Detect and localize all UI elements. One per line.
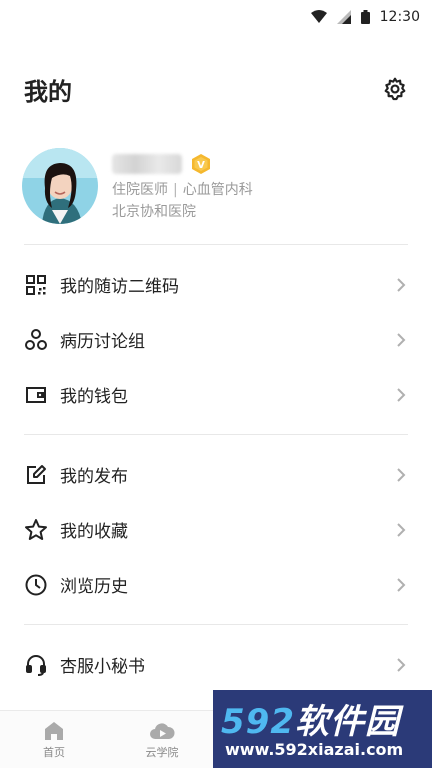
profile-department: 心血管内科 bbox=[182, 182, 253, 198]
tab-label: 首页 bbox=[43, 745, 65, 759]
blurred-name bbox=[112, 154, 182, 174]
status-time: 12:30 bbox=[379, 9, 420, 25]
tab-label: 云学院 bbox=[145, 745, 179, 759]
group-nodes-icon bbox=[24, 328, 48, 352]
status-bar: 12:30 bbox=[0, 0, 432, 34]
divider bbox=[24, 434, 408, 435]
edit-icon bbox=[24, 463, 48, 487]
chevron-right-icon bbox=[397, 657, 406, 672]
menu-item-my-posts[interactable]: 我的发布 bbox=[0, 447, 432, 502]
header: 我的 bbox=[24, 64, 408, 114]
separator: | bbox=[173, 182, 178, 198]
wifi-icon bbox=[310, 10, 327, 23]
headset-icon bbox=[24, 653, 48, 677]
clock-icon bbox=[24, 573, 48, 597]
divider bbox=[24, 624, 408, 625]
menu-item-wallet[interactable]: 我的钱包 bbox=[0, 367, 432, 422]
chevron-right-icon bbox=[397, 467, 406, 482]
page-title: 我的 bbox=[24, 77, 72, 106]
avatar[interactable] bbox=[22, 148, 98, 224]
home-icon bbox=[45, 721, 63, 740]
watermark-brand: 592软件园 bbox=[221, 702, 400, 742]
profile-info: V 住院医师 | 心血管内科 北京协和医院 bbox=[112, 150, 253, 222]
menu-item-history[interactable]: 浏览历史 bbox=[0, 557, 432, 612]
chevron-right-icon bbox=[397, 387, 406, 402]
menu-label: 我的随访二维码 bbox=[60, 277, 179, 297]
qr-code-icon bbox=[24, 273, 48, 297]
chevron-right-icon bbox=[397, 332, 406, 347]
tab-cloud-academy[interactable]: 云学院 bbox=[108, 711, 216, 768]
profile-title-line: 住院医师 | 心血管内科 bbox=[112, 180, 253, 200]
watermark-url: www.592xiazai.com bbox=[225, 740, 404, 759]
chevron-right-icon bbox=[397, 522, 406, 537]
menu-item-favorites[interactable]: 我的收藏 bbox=[0, 502, 432, 557]
name-row: V bbox=[112, 150, 253, 178]
avatar-photo bbox=[22, 148, 98, 224]
profile-hospital: 北京协和医院 bbox=[112, 204, 196, 220]
menu-label: 病历讨论组 bbox=[60, 332, 145, 352]
battery-icon bbox=[360, 10, 370, 24]
star-icon bbox=[24, 518, 48, 542]
menu-label: 我的钱包 bbox=[60, 387, 128, 407]
cloud-play-icon bbox=[150, 722, 175, 739]
settings-gear-icon[interactable] bbox=[382, 76, 408, 102]
badge-letter: V bbox=[197, 160, 205, 171]
menu-item-support[interactable]: 杏服小秘书 bbox=[0, 637, 432, 692]
chevron-right-icon bbox=[397, 577, 406, 592]
menu-item-case-discussion[interactable]: 病历讨论组 bbox=[0, 312, 432, 367]
signal-icon bbox=[336, 10, 351, 24]
menu-label: 我的发布 bbox=[60, 467, 128, 487]
menu-label: 我的收藏 bbox=[60, 522, 128, 542]
menu-label: 浏览历史 bbox=[60, 577, 128, 597]
wallet-icon bbox=[24, 383, 48, 407]
profile-title: 住院医师 bbox=[112, 182, 168, 198]
verified-v-badge-icon: V bbox=[192, 154, 210, 174]
chevron-right-icon bbox=[397, 277, 406, 292]
tab-home[interactable]: 首页 bbox=[0, 711, 108, 768]
menu-label: 杏服小秘书 bbox=[60, 657, 145, 677]
profile-card[interactable]: V 住院医师 | 心血管内科 北京协和医院 bbox=[22, 144, 410, 228]
divider bbox=[24, 244, 408, 245]
watermark-logo: 592软件园 www.592xiazai.com bbox=[213, 690, 432, 768]
menu-item-qr-code[interactable]: 我的随访二维码 bbox=[0, 257, 432, 312]
